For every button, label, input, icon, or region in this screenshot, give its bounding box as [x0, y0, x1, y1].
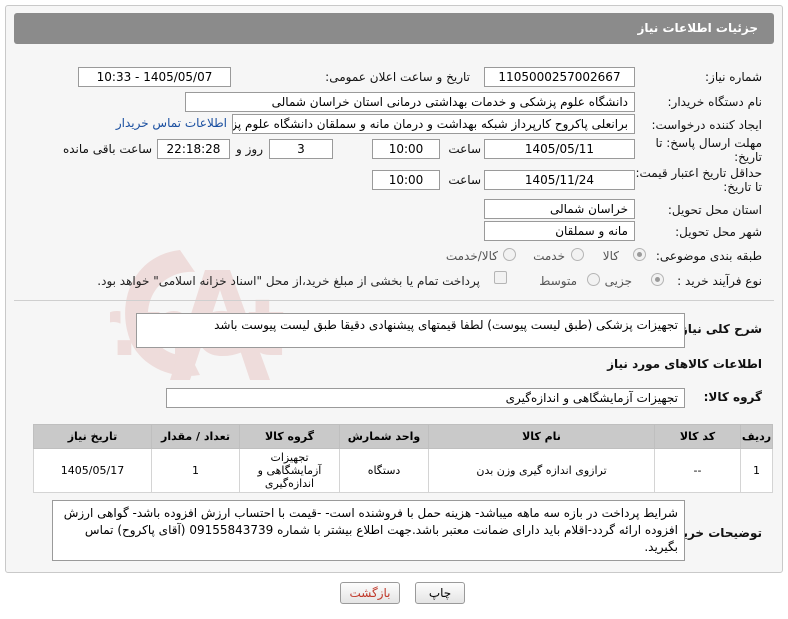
th-qty: تعداد / مقدار — [151, 424, 240, 449]
category-option-goods-service: کالا/خدمت — [445, 249, 498, 263]
cell-qty: 1 — [151, 448, 240, 493]
category-radio-goods-service[interactable] — [503, 248, 516, 261]
category-radio-service[interactable] — [571, 248, 584, 261]
process-radio-minor[interactable] — [651, 273, 664, 286]
category-option-goods: کالا — [602, 249, 619, 263]
reply-deadline-date: 1405/05/11 — [484, 139, 635, 159]
th-unit: واحد شمارش — [339, 424, 429, 449]
back-button[interactable]: بازگشت — [340, 582, 400, 604]
cell-name: ترازوی اندازه گیری وزن بدن — [428, 448, 655, 493]
cell-date: 1405/05/17 — [33, 448, 152, 493]
divider — [14, 300, 774, 301]
category-label: طبقه بندی موضوعی: — [655, 249, 762, 263]
announce-datetime-value: 1405/05/07 - 10:33 — [78, 67, 231, 87]
goods-group-label: گروه کالا: — [703, 390, 762, 404]
category-option-service: خدمت — [533, 249, 565, 263]
buyer-contact-link[interactable]: اطلاعات تماس خریدار — [116, 116, 227, 130]
price-validity-label: حداقل تاریخ اعتبار قیمت: تا تاریخ: — [635, 166, 762, 194]
announce-datetime-label: تاریخ و ساعت اعلان عمومی: — [325, 70, 470, 84]
reply-deadline-time: 10:00 — [372, 139, 440, 159]
buyer-org-value: دانشگاه علوم پزشکی و خدمات بهداشتی درمان… — [185, 92, 635, 112]
delivery-city-value: مانه و سملقان — [484, 221, 635, 241]
table-row: 1 -- ترازوی اندازه گیری وزن بدن دستگاه ت… — [33, 448, 773, 493]
remaining-time-label: ساعت باقی مانده — [62, 142, 152, 156]
general-description-value: تجهیزات پزشکی (طبق لیست پیوست) لطفا قیمت… — [136, 313, 685, 348]
cell-code: -- — [654, 448, 741, 493]
goods-group-value: تجهیزات آزمایشگاهی و اندازه‌گیری — [166, 388, 685, 408]
requester-label: ایجاد کننده درخواست: — [651, 118, 762, 132]
requester-value: برانعلی پاکروح کارپرداز شبکه بهداشت و در… — [232, 114, 635, 134]
panel-title: جزئیات اطلاعات نیاز — [14, 13, 774, 44]
th-date: تاریخ نیاز — [33, 424, 152, 449]
cell-row: 1 — [740, 448, 773, 493]
reply-deadline-label: مهلت ارسال پاسخ: تا تاریخ: — [655, 136, 762, 164]
delivery-province-label: استان محل تحویل: — [667, 203, 762, 217]
price-validity-date: 1405/11/24 — [484, 170, 635, 190]
th-group: گروه کالا — [239, 424, 340, 449]
treasury-payment-text: پرداخت تمام یا بخشی از مبلغ خرید،از محل … — [97, 274, 480, 288]
process-radio-medium[interactable] — [587, 273, 600, 286]
buyer-notes-value: شرایط پرداخت در بازه سه ماهه میباشد- هزی… — [52, 500, 685, 561]
delivery-province-value: خراسان شمالی — [484, 199, 635, 219]
print-button[interactable]: چاپ — [415, 582, 465, 604]
table-header-row: ردیف کد کالا نام کالا واحد شمارش گروه کا… — [33, 424, 773, 449]
th-name: نام کالا — [428, 424, 655, 449]
process-option-minor: جزیی — [604, 274, 632, 288]
purchase-process-label: نوع فرآیند خرید : — [677, 274, 762, 288]
process-option-medium: متوسط — [539, 274, 577, 288]
goods-info-title: اطلاعات کالاهای مورد نیاز — [607, 357, 762, 371]
price-validity-time-label: ساعت — [448, 173, 481, 187]
category-radio-goods[interactable] — [633, 248, 646, 261]
treasury-payment-checkbox[interactable] — [494, 271, 507, 284]
buyer-org-label: نام دستگاه خریدار: — [667, 95, 763, 109]
goods-table: ردیف کد کالا نام کالا واحد شمارش گروه کا… — [33, 424, 773, 493]
reply-deadline-time-label: ساعت — [448, 142, 481, 156]
cell-group: تجهیزات آزمایشگاهی و اندازه‌گیری — [239, 448, 340, 493]
remaining-days-label: روز و — [236, 142, 263, 156]
general-description-label: شرح کلی نیاز: — [676, 322, 762, 336]
delivery-city-label: شهر محل تحویل: — [675, 225, 762, 239]
need-number-value: 1105000257002667 — [484, 67, 635, 87]
need-number-label: شماره نیاز: — [705, 70, 762, 84]
remaining-days: 3 — [269, 139, 333, 159]
cell-unit: دستگاه — [339, 448, 429, 493]
remaining-time: 22:18:28 — [157, 139, 230, 159]
th-row: ردیف — [740, 424, 773, 449]
th-code: کد کالا — [654, 424, 741, 449]
price-validity-time: 10:00 — [372, 170, 440, 190]
